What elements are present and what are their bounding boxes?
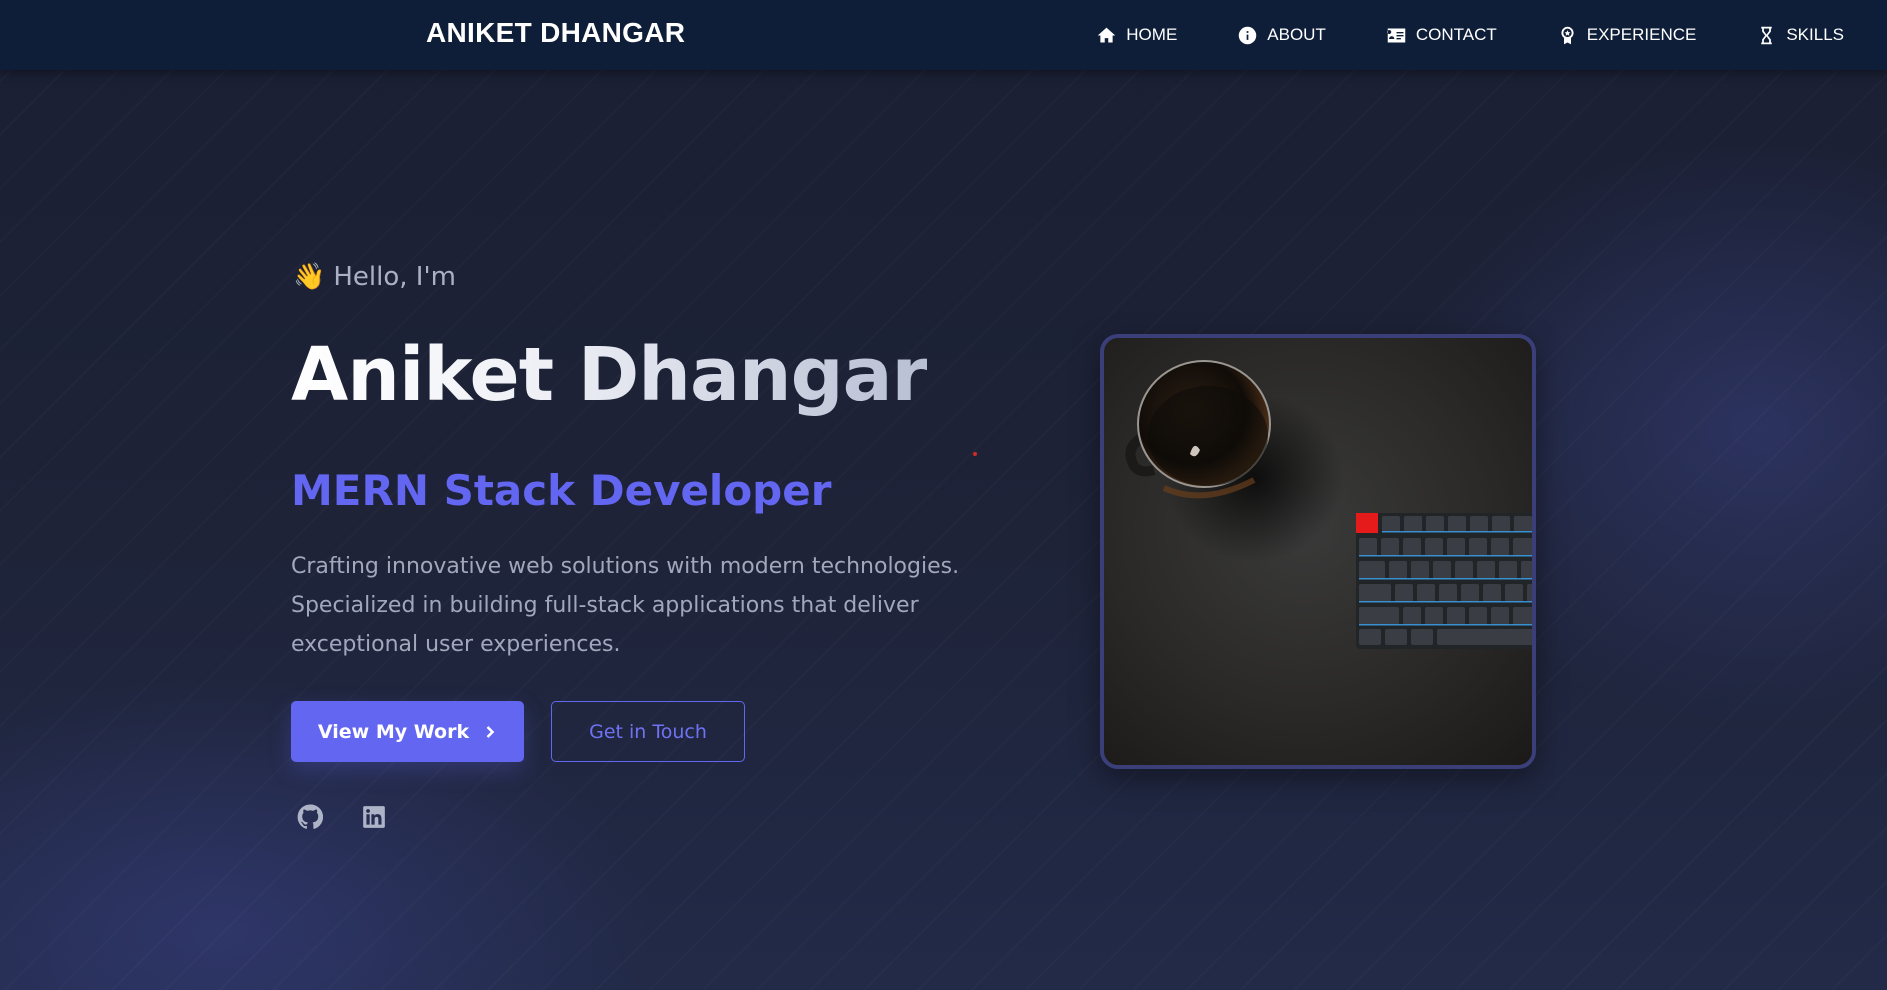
hero-description-line: Specialized in building full-stack appli… bbox=[291, 593, 919, 618]
nav-item-skills[interactable]: SKILLS bbox=[1756, 25, 1844, 46]
award-icon bbox=[1561, 26, 1574, 44]
brand-logo-text[interactable]: ANIKET DHANGAR bbox=[426, 17, 685, 49]
top-navbar: ANIKET DHANGAR HOME ABOUT CONTACT EXPERI… bbox=[0, 0, 1887, 70]
hero-name: Aniket Dhangar bbox=[291, 332, 928, 418]
hourglass-icon bbox=[1761, 26, 1773, 44]
greeting: 👋 Hello, I'm bbox=[293, 262, 456, 292]
nav-item-label: EXPERIENCE bbox=[1586, 25, 1697, 44]
nav-item-label: SKILLS bbox=[1786, 25, 1844, 44]
linkedin-icon bbox=[363, 806, 385, 828]
hero-role: MERN Stack Developer bbox=[291, 466, 832, 515]
decorative-dot bbox=[973, 452, 977, 456]
hero-description: Crafting innovative web solutions with m… bbox=[291, 547, 991, 664]
home-icon bbox=[1098, 27, 1116, 42]
social-links bbox=[297, 804, 387, 830]
waving-hand-icon: 👋 bbox=[293, 262, 326, 292]
view-my-work-button[interactable]: View My Work bbox=[291, 701, 524, 762]
contact-card-icon bbox=[1387, 28, 1406, 42]
get-in-touch-button[interactable]: Get in Touch bbox=[551, 701, 745, 762]
hero-description-line: exceptional user experiences. bbox=[291, 632, 621, 657]
nav-item-label: ABOUT bbox=[1267, 25, 1326, 44]
hero-photo bbox=[1100, 334, 1536, 769]
nav-item-about[interactable]: ABOUT bbox=[1237, 25, 1326, 46]
page-background bbox=[0, 0, 1887, 990]
linkedin-link[interactable] bbox=[361, 804, 387, 830]
nav-item-label: CONTACT bbox=[1415, 25, 1497, 44]
coffee-mug-and-keyboard-photo bbox=[1125, 360, 1532, 649]
greeting-text: Hello, I'm bbox=[333, 262, 456, 292]
nav-item-home[interactable]: HOME bbox=[1096, 25, 1177, 46]
nav-item-label: HOME bbox=[1126, 25, 1178, 44]
chevron-right-icon bbox=[486, 725, 495, 738]
github-link[interactable] bbox=[297, 804, 324, 830]
github-icon bbox=[297, 804, 324, 829]
nav-item-experience[interactable]: EXPERIENCE bbox=[1557, 25, 1697, 46]
view-my-work-label: View My Work bbox=[317, 720, 470, 743]
info-icon bbox=[1239, 26, 1257, 44]
nav-menu: HOME ABOUT CONTACT EXPERIENCE SKILLS bbox=[1096, 0, 1844, 70]
nav-item-contact[interactable]: CONTACT bbox=[1386, 25, 1497, 46]
hero-description-line: Crafting innovative web solutions with m… bbox=[291, 554, 960, 579]
